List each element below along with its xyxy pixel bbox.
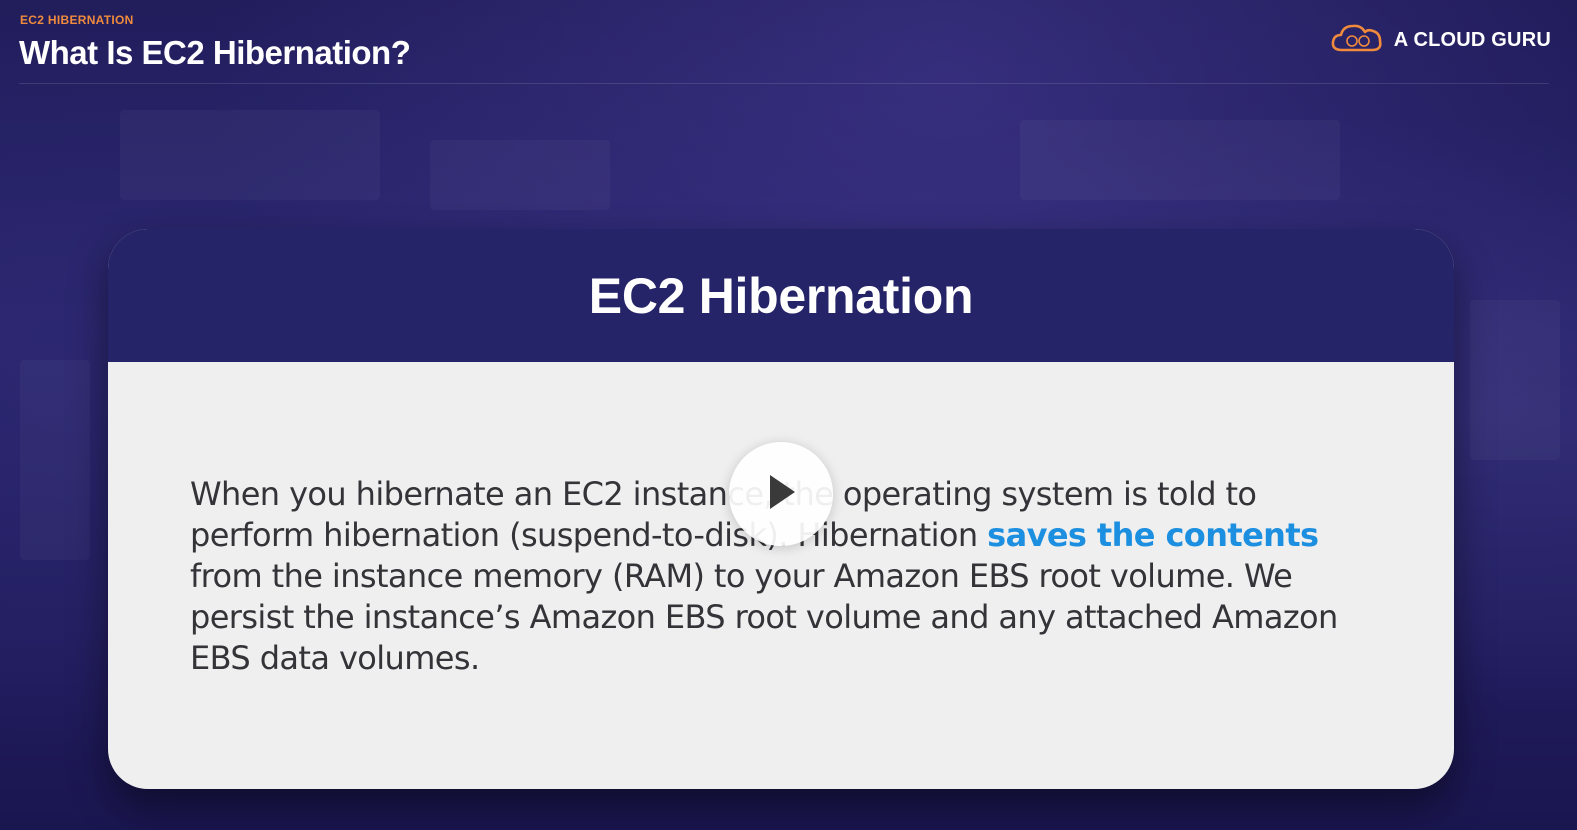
video-frame: EC2 HIBERNATION What Is EC2 Hibernation?… — [0, 0, 1577, 830]
card-header: EC2 Hibernation — [108, 229, 1454, 362]
body-text-highlight: saves the contents — [987, 516, 1319, 554]
background-shape — [1020, 120, 1340, 200]
brand-name: A CLOUD GURU — [1393, 29, 1551, 51]
body-text-end: from the instance memory (RAM) to your A… — [190, 557, 1338, 677]
header-divider — [19, 83, 1549, 84]
page-title: What Is EC2 Hibernation? — [19, 34, 411, 71]
section-eyebrow: EC2 HIBERNATION — [20, 13, 134, 27]
brand-logo: A CLOUD GURU — [1330, 22, 1551, 59]
background-shape — [1470, 300, 1560, 460]
play-icon — [764, 472, 798, 517]
background-shape — [430, 140, 610, 210]
background-shape — [120, 110, 380, 200]
background-shape — [20, 360, 90, 560]
slide-header: EC2 HIBERNATION What Is EC2 Hibernation?… — [0, 0, 1577, 84]
card-title: EC2 Hibernation — [588, 267, 974, 324]
cloud-logo-icon — [1330, 22, 1384, 59]
play-button[interactable] — [729, 442, 833, 546]
